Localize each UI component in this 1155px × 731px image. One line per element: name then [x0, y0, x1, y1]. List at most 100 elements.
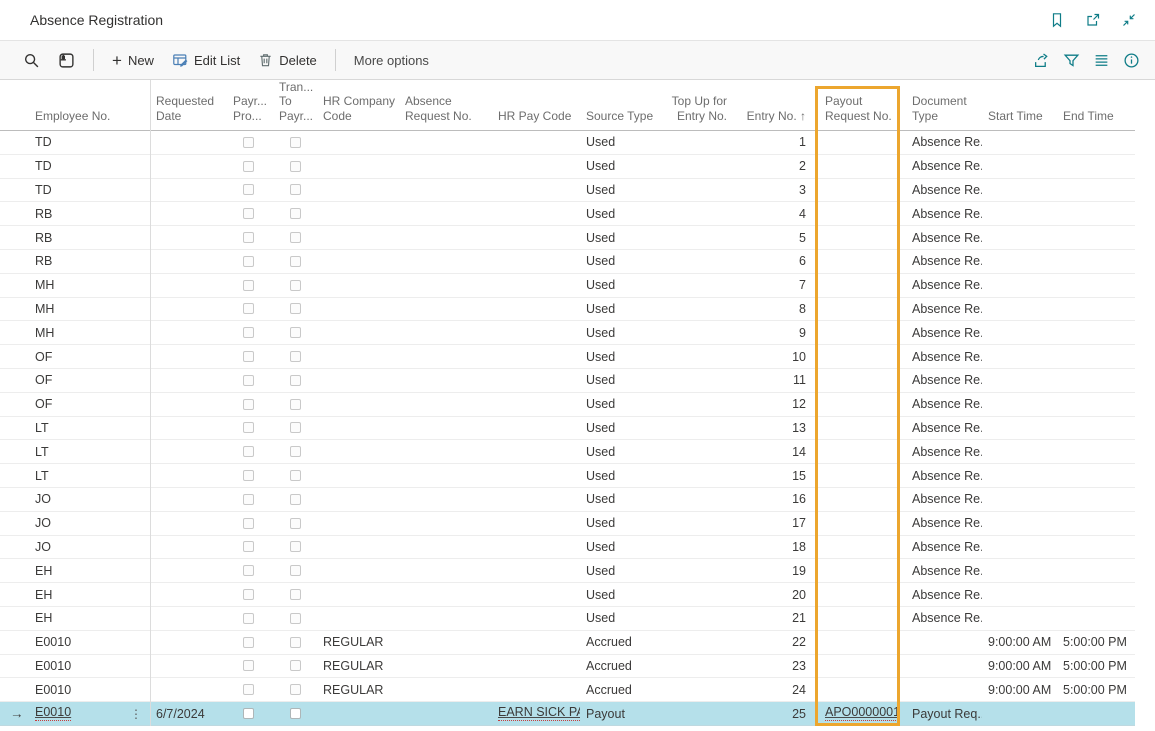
table-row[interactable]: JOUsed16Absence Re... [0, 488, 1135, 512]
table-row[interactable]: MHUsed8Absence Re... [0, 298, 1135, 322]
tran_to_payr-checkbox[interactable] [290, 565, 301, 576]
table-row[interactable]: OFUsed11Absence Re... [0, 369, 1135, 393]
table-row[interactable]: E0010REGULARAccrued239:00:00 AM5:00:00 P… [0, 655, 1135, 679]
tran_to_payr-checkbox[interactable] [290, 351, 301, 362]
table-row[interactable]: OFUsed12Absence Re... [0, 393, 1135, 417]
tran_to_payr-checkbox[interactable] [290, 708, 301, 719]
table-row[interactable]: EHUsed19Absence Re... [0, 559, 1135, 583]
table-row[interactable]: TDUsed1Absence Re... [0, 131, 1135, 155]
tran_to_payr-checkbox[interactable] [290, 208, 301, 219]
column-header-hr_pay_code[interactable]: HR Pay Code [492, 109, 580, 130]
table-row[interactable]: EHUsed20Absence Re... [0, 583, 1135, 607]
table-row[interactable]: OFUsed10Absence Re... [0, 345, 1135, 369]
payr_pro-checkbox[interactable] [243, 256, 254, 267]
tran_to_payr-checkbox[interactable] [290, 684, 301, 695]
table-row[interactable]: RBUsed4Absence Re... [0, 202, 1135, 226]
hr_pay_code-link[interactable]: EARN SICK PAY [498, 706, 580, 721]
tran_to_payr-checkbox[interactable] [290, 541, 301, 552]
tran_to_payr-checkbox[interactable] [290, 470, 301, 481]
table-row[interactable]: JOUsed18Absence Re... [0, 536, 1135, 560]
payr_pro-checkbox[interactable] [243, 280, 254, 291]
row-options-ellipsis-icon[interactable]: ⋮ [130, 707, 143, 721]
tran_to_payr-checkbox[interactable] [290, 422, 301, 433]
column-header-entry_no[interactable]: Entry No. ↑ [737, 109, 815, 130]
table-row[interactable]: JOUsed17Absence Re... [0, 512, 1135, 536]
payr_pro-checkbox[interactable] [243, 208, 254, 219]
more-options-button[interactable]: More options [345, 41, 438, 79]
table-row[interactable]: LTUsed13Absence Re... [0, 417, 1135, 441]
tran_to_payr-checkbox[interactable] [290, 399, 301, 410]
payr_pro-checkbox[interactable] [243, 541, 254, 552]
payr_pro-checkbox[interactable] [243, 137, 254, 148]
tran_to_payr-checkbox[interactable] [290, 375, 301, 386]
column-header-document_type[interactable]: Document Type [900, 94, 982, 130]
table-row[interactable]: LTUsed15Absence Re... [0, 464, 1135, 488]
tran_to_payr-checkbox[interactable] [290, 518, 301, 529]
table-row[interactable]: TDUsed3Absence Re... [0, 179, 1135, 203]
table-row[interactable]: MHUsed7Absence Re... [0, 274, 1135, 298]
view-list-icon[interactable] [1091, 50, 1111, 70]
delete-button[interactable]: Delete [249, 41, 326, 79]
table-row[interactable]: LTUsed14Absence Re... [0, 440, 1135, 464]
payr_pro-checkbox[interactable] [243, 422, 254, 433]
table-row[interactable]: TDUsed2Absence Re... [0, 155, 1135, 179]
column-header-top_up_for_entry_no[interactable]: Top Up for Entry No. [660, 94, 737, 130]
payr_pro-checkbox[interactable] [243, 660, 254, 671]
payr_pro-checkbox[interactable] [243, 684, 254, 695]
tran_to_payr-checkbox[interactable] [290, 232, 301, 243]
payr_pro-checkbox[interactable] [243, 303, 254, 314]
column-header-end_time[interactable]: End Time [1058, 109, 1135, 130]
tran_to_payr-checkbox[interactable] [290, 303, 301, 314]
payr_pro-checkbox[interactable] [243, 565, 254, 576]
payr_pro-checkbox[interactable] [243, 494, 254, 505]
tran_to_payr-checkbox[interactable] [290, 637, 301, 648]
tran_to_payr-checkbox[interactable] [290, 613, 301, 624]
table-row[interactable]: E0010→⋮6/7/2024EARN SICK PAYPayout25APO0… [0, 702, 1135, 726]
payr_pro-checkbox[interactable] [243, 161, 254, 172]
payr_pro-checkbox[interactable] [243, 708, 254, 719]
tran_to_payr-checkbox[interactable] [290, 589, 301, 600]
column-header-payr_pro[interactable]: Payr... Pro... [225, 94, 272, 130]
payout_request_no-link[interactable]: APO0000001 [825, 706, 900, 721]
table-row[interactable]: E0010REGULARAccrued249:00:00 AM5:00:00 P… [0, 678, 1135, 702]
payr_pro-checkbox[interactable] [243, 446, 254, 457]
payr_pro-checkbox[interactable] [243, 327, 254, 338]
collapse-icon[interactable] [1119, 10, 1139, 30]
employee_no-link[interactable]: E0010 [35, 706, 71, 721]
bookmark-icon[interactable] [1047, 10, 1067, 30]
payr_pro-checkbox[interactable] [243, 399, 254, 410]
payr_pro-checkbox[interactable] [243, 613, 254, 624]
payr_pro-checkbox[interactable] [243, 518, 254, 529]
payr_pro-checkbox[interactable] [243, 589, 254, 600]
payr_pro-checkbox[interactable] [243, 470, 254, 481]
column-header-start_time[interactable]: Start Time [982, 109, 1058, 130]
filter-icon[interactable] [1061, 50, 1081, 70]
new-button[interactable]: + New [103, 41, 163, 79]
column-header-hr_company_code[interactable]: HR Company Code [318, 94, 400, 130]
column-header-employee_no[interactable]: Employee No. [0, 109, 150, 130]
payr_pro-checkbox[interactable] [243, 351, 254, 362]
tran_to_payr-checkbox[interactable] [290, 161, 301, 172]
share-icon[interactable] [1031, 50, 1051, 70]
tran_to_payr-checkbox[interactable] [290, 327, 301, 338]
payr_pro-checkbox[interactable] [243, 184, 254, 195]
open-in-new-window-icon[interactable] [1083, 10, 1103, 30]
payr_pro-checkbox[interactable] [243, 637, 254, 648]
column-header-tran_to_payr[interactable]: Tran... To Payr... [272, 80, 318, 130]
tran_to_payr-checkbox[interactable] [290, 256, 301, 267]
tran_to_payr-checkbox[interactable] [290, 137, 301, 148]
column-header-requested_date[interactable]: Requested Date [150, 94, 225, 130]
info-icon[interactable] [1121, 50, 1141, 70]
payr_pro-checkbox[interactable] [243, 232, 254, 243]
analysis-mode-icon[interactable] [49, 41, 84, 79]
column-header-source_type[interactable]: Source Type [580, 109, 660, 130]
search-icon[interactable] [14, 41, 49, 79]
column-header-absence_request_no[interactable]: Absence Request No. [400, 94, 492, 130]
tran_to_payr-checkbox[interactable] [290, 184, 301, 195]
edit-list-button[interactable]: Edit List [163, 41, 249, 79]
tran_to_payr-checkbox[interactable] [290, 660, 301, 671]
table-row[interactable]: MHUsed9Absence Re... [0, 321, 1135, 345]
table-row[interactable]: E0010REGULARAccrued229:00:00 AM5:00:00 P… [0, 631, 1135, 655]
table-row[interactable]: RBUsed6Absence Re... [0, 250, 1135, 274]
table-row[interactable]: RBUsed5Absence Re... [0, 226, 1135, 250]
